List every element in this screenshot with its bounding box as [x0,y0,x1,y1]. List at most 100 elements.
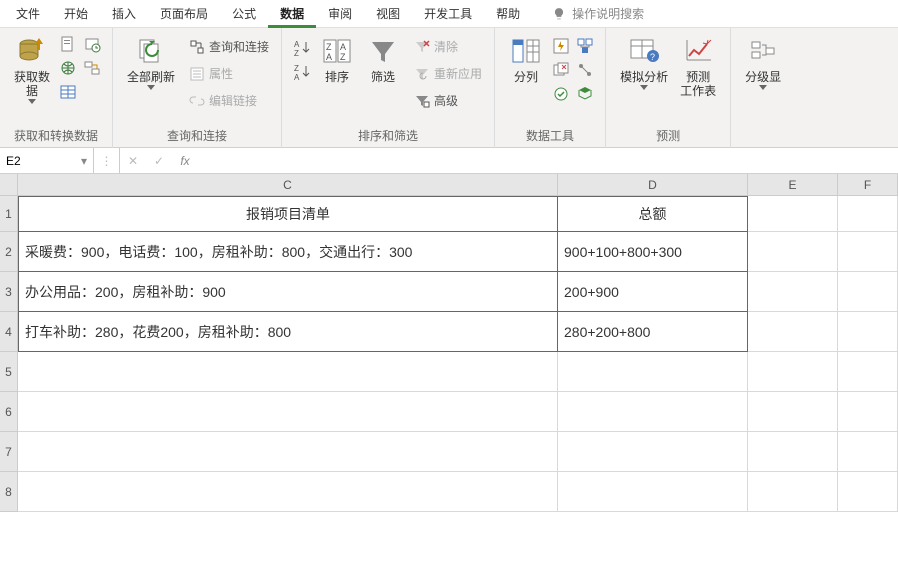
cell-e8[interactable] [748,472,838,512]
cell-f5[interactable] [838,352,898,392]
advanced-icon [414,93,430,109]
cell-e1[interactable] [748,196,838,232]
existing-connections-button[interactable] [82,58,102,78]
data-model-button[interactable] [575,84,595,104]
sort-asc-button[interactable]: AZ [292,38,312,58]
chevron-down-icon[interactable]: ▾ [81,154,87,168]
col-header-d[interactable]: D [558,174,748,196]
cell-d4[interactable]: 280+200+800 [558,312,748,352]
cell-f8[interactable] [838,472,898,512]
row-header-5[interactable]: 5 [0,352,18,392]
flash-fill-button[interactable] [551,36,571,56]
recent-sources-button[interactable] [82,34,102,54]
cell-e3[interactable] [748,272,838,312]
cell-c4[interactable]: 打车补助：280，花费200，房租补助：800 [18,312,558,352]
clear-filter-button[interactable]: 清除 [410,36,486,57]
cell-c6[interactable] [18,392,558,432]
cell-c5[interactable] [18,352,558,392]
whatif-button[interactable]: ? 模拟分析 [614,32,674,92]
edit-links-button[interactable]: 编辑链接 [185,90,273,111]
row-header-3[interactable]: 3 [0,272,18,312]
tab-developer[interactable]: 开发工具 [412,0,484,28]
col-header-c[interactable]: C [18,174,558,196]
cell-c1[interactable]: 报销项目清单 [18,196,558,232]
cell-d5[interactable] [558,352,748,392]
row-header-1[interactable]: 1 [0,196,18,232]
cell-f4[interactable] [838,312,898,352]
cell-e5[interactable] [748,352,838,392]
cell-d8[interactable] [558,472,748,512]
cell-f3[interactable] [838,272,898,312]
name-box-input[interactable] [6,154,66,168]
formula-bar: ▾ ⋮ ✕ ✓ fx [0,148,898,174]
cell-f1[interactable] [838,196,898,232]
row-header-4[interactable]: 4 [0,312,18,352]
forecast-sheet-button[interactable]: 预测 工作表 [674,32,722,100]
select-all-corner[interactable] [0,174,18,196]
tab-view[interactable]: 视图 [364,0,412,28]
chevron-down-icon [147,85,155,90]
consolidate-button[interactable] [575,36,595,56]
from-table-button[interactable] [58,82,78,102]
cell-c8[interactable] [18,472,558,512]
tab-page-layout[interactable]: 页面布局 [148,0,220,28]
cell-e4[interactable] [748,312,838,352]
row-header-2[interactable]: 2 [0,232,18,272]
sort-desc-button[interactable]: ZA [292,62,312,82]
group-label-queries: 查询和连接 [167,127,227,146]
cell-c7[interactable] [18,432,558,472]
sort-button[interactable]: ZAAZ 排序 [314,32,360,86]
lightbulb-icon [552,7,566,21]
cell-d3[interactable]: 200+900 [558,272,748,312]
relationships-icon [576,61,594,79]
formula-input[interactable] [198,148,898,173]
cancel-formula-button[interactable]: ✕ [120,148,146,173]
cell-f2[interactable] [838,232,898,272]
data-model-icon [576,85,594,103]
row-header-8[interactable]: 8 [0,472,18,512]
refresh-all-button[interactable]: 全部刷新 [121,32,181,92]
from-web-button[interactable] [58,58,78,78]
cell-d7[interactable] [558,432,748,472]
text-to-columns-button[interactable]: 分列 [503,32,549,86]
cell-e2[interactable] [748,232,838,272]
tab-home[interactable]: 开始 [52,0,100,28]
col-header-f[interactable]: F [838,174,898,196]
cell-d2[interactable]: 900+100+800+300 [558,232,748,272]
name-box[interactable]: ▾ [0,148,94,173]
cell-d1[interactable]: 总额 [558,196,748,232]
cell-c2[interactable]: 采暖费：900，电话费：100，房租补助：800，交通出行：300 [18,232,558,272]
advanced-filter-button[interactable]: 高级 [410,90,486,111]
cell-d6[interactable] [558,392,748,432]
spreadsheet[interactable]: C D E F 1 报销项目清单 总额 2 采暖费：900，电话费：100，房租… [0,174,898,575]
cell-f7[interactable] [838,432,898,472]
from-text-csv-button[interactable] [58,34,78,54]
cell-c3[interactable]: 办公用品：200，房租补助：900 [18,272,558,312]
remove-duplicates-button[interactable] [551,60,571,80]
tell-me-search[interactable]: 操作说明搜索 [552,5,644,22]
fx-icon[interactable]: fx [172,148,198,173]
group-button[interactable]: 分级显 [739,32,787,92]
cell-e7[interactable] [748,432,838,472]
filter-button[interactable]: 筛选 [360,32,406,86]
tab-review[interactable]: 审阅 [316,0,364,28]
properties-button[interactable]: 属性 [185,63,273,84]
tab-formulas[interactable]: 公式 [220,0,268,28]
ribbon-group-get-transform: 获取数 据 获取和转换数据 [0,28,113,148]
svg-text:A: A [294,73,300,82]
cell-e6[interactable] [748,392,838,432]
tab-insert[interactable]: 插入 [100,0,148,28]
data-validation-button[interactable] [551,84,571,104]
queries-connections-button[interactable]: 查询和连接 [185,36,273,57]
reapply-button[interactable]: 重新应用 [410,63,486,84]
cell-f6[interactable] [838,392,898,432]
tab-file[interactable]: 文件 [4,0,52,28]
tab-help[interactable]: 帮助 [484,0,532,28]
col-header-e[interactable]: E [748,174,838,196]
row-header-6[interactable]: 6 [0,392,18,432]
row-header-7[interactable]: 7 [0,432,18,472]
get-data-button[interactable]: 获取数 据 [8,32,56,106]
enter-formula-button[interactable]: ✓ [146,148,172,173]
tab-data[interactable]: 数据 [268,0,316,28]
relationships-button[interactable] [575,60,595,80]
